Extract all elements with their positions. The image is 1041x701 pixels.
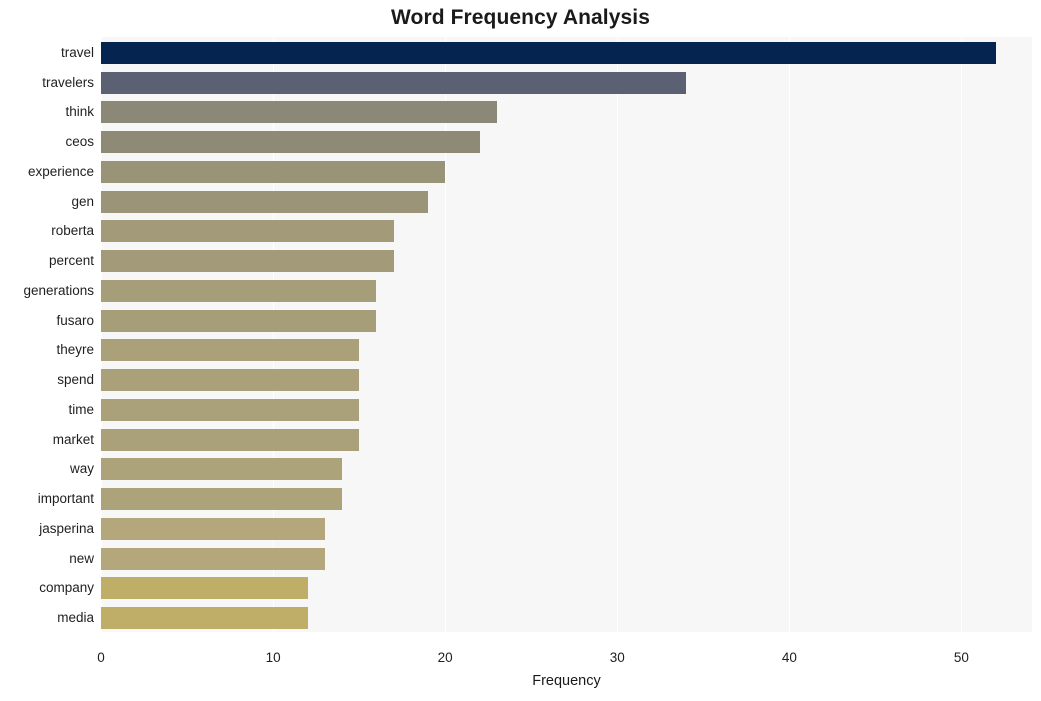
bars-layer — [101, 37, 1032, 632]
bar — [101, 309, 377, 332]
x-tick-label: 50 — [953, 650, 969, 665]
bar — [101, 101, 497, 124]
bar — [101, 458, 342, 481]
bar — [101, 547, 325, 570]
x-tick-label: 40 — [781, 650, 797, 665]
bar — [101, 517, 325, 540]
y-tick-label: theyre — [56, 342, 94, 358]
y-tick-label: gen — [71, 193, 94, 209]
bar — [101, 607, 308, 630]
bar — [101, 369, 360, 392]
y-tick-label: experience — [27, 163, 94, 179]
x-tick-label: 0 — [97, 650, 105, 665]
y-tick-label: think — [65, 104, 94, 120]
y-tick-label: generations — [23, 282, 94, 298]
x-tick-label: 10 — [265, 650, 281, 665]
y-tick-label: new — [69, 550, 94, 566]
bar — [101, 339, 360, 362]
x-tick-label: 20 — [437, 650, 453, 665]
y-tick-label: media — [57, 610, 94, 626]
word-frequency-bar-chart: Word Frequency Analysis travel travelers t… — [0, 0, 1041, 701]
bar — [101, 220, 394, 243]
plot-area — [101, 37, 1032, 632]
y-tick-label: important — [37, 491, 94, 507]
y-tick-label: travelers — [42, 74, 94, 90]
y-axis-labels: travel travelers think ceos experience gen rob… — [0, 37, 94, 632]
bar — [101, 71, 687, 94]
bar — [101, 160, 446, 183]
bar — [101, 190, 428, 213]
y-tick-label: ceos — [65, 134, 94, 150]
bar — [101, 488, 342, 511]
y-tick-label: way — [69, 461, 94, 477]
y-tick-label: travel — [60, 44, 94, 60]
y-tick-label: fusaro — [56, 312, 94, 328]
bar — [101, 279, 377, 302]
y-tick-label: jasperina — [39, 520, 94, 536]
y-tick-label: percent — [48, 253, 94, 269]
y-tick-label: time — [68, 401, 94, 417]
bar — [101, 250, 394, 273]
x-axis-ticks: 0 10 20 30 40 50 — [0, 632, 1041, 665]
x-tick-label: 30 — [609, 650, 625, 665]
y-tick-label: company — [39, 580, 94, 596]
bar — [101, 131, 480, 154]
bar — [101, 41, 996, 64]
y-tick-label: roberta — [51, 223, 94, 239]
bar — [101, 577, 308, 600]
y-tick-label: market — [52, 431, 94, 447]
bar — [101, 398, 360, 421]
x-axis-title: Frequency — [532, 673, 601, 689]
y-tick-label: spend — [57, 372, 94, 388]
chart-title: Word Frequency Analysis — [390, 6, 651, 29]
bar — [101, 428, 360, 451]
